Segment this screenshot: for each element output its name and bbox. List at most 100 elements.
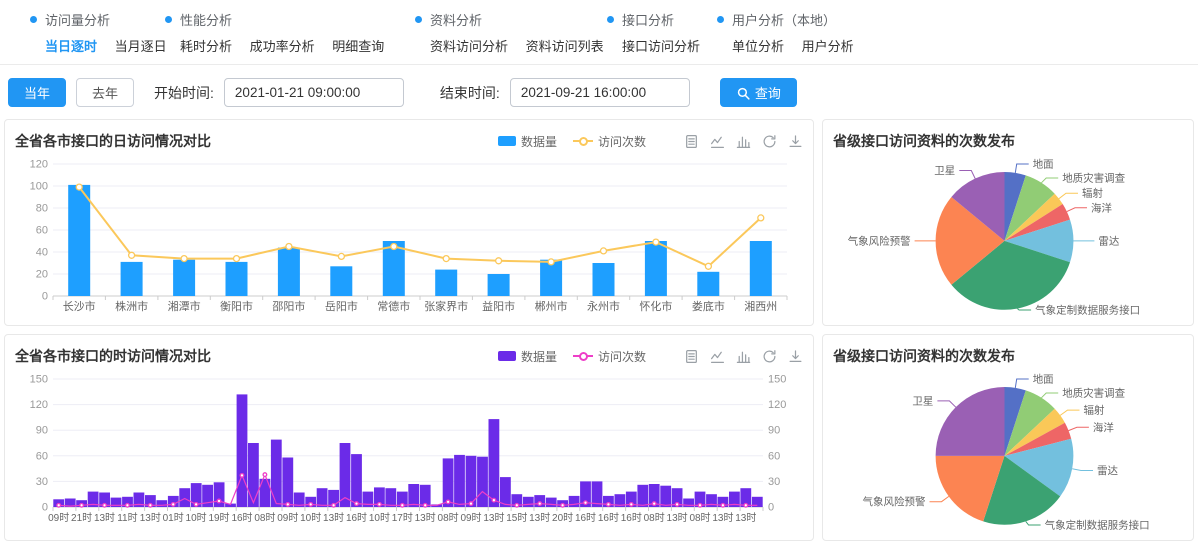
- svg-text:辐射: 辐射: [1084, 404, 1106, 417]
- this-year-button[interactable]: 当年: [8, 78, 66, 107]
- switch-to-bar-icon[interactable]: [736, 349, 751, 364]
- svg-text:衡阳市: 衡阳市: [220, 299, 253, 313]
- svg-text:永州市: 永州市: [587, 299, 620, 313]
- bar-swatch-icon: [498, 351, 516, 361]
- legend-label: 访问次数: [598, 133, 646, 150]
- nav-item-detail-query[interactable]: 明细查询: [332, 39, 384, 54]
- svg-text:120: 120: [30, 159, 48, 171]
- bullet-icon: [717, 16, 724, 23]
- svg-text:气象风险预警: 气象风险预警: [863, 495, 926, 508]
- svg-text:地面: 地面: [1033, 373, 1054, 386]
- svg-text:地质灾害调查: 地质灾害调查: [1062, 387, 1125, 400]
- svg-text:08时: 08时: [254, 512, 275, 524]
- nav-group-title: 访问量分析: [45, 10, 110, 29]
- svg-text:辐射: 辐射: [1082, 187, 1104, 200]
- svg-text:08时: 08时: [689, 512, 710, 524]
- svg-text:21时: 21时: [71, 512, 92, 524]
- legend-label: 访问次数: [598, 348, 646, 365]
- save-image-icon[interactable]: [788, 134, 803, 149]
- bullet-icon: [607, 16, 614, 23]
- bullet-icon: [30, 16, 37, 23]
- svg-text:01时: 01时: [163, 512, 184, 524]
- nav-group-title: 接口分析: [622, 10, 674, 29]
- svg-text:雷达: 雷达: [1098, 235, 1119, 247]
- hourly-comparison-chart-card: 全省各市接口的时访问情况对比 数据量 访问次数: [4, 334, 814, 541]
- svg-text:10时: 10时: [186, 512, 207, 524]
- svg-text:10时: 10时: [369, 512, 390, 524]
- svg-text:20时: 20时: [552, 512, 573, 524]
- legend-item-visit-count[interactable]: 访问次数: [573, 133, 646, 150]
- dashboard-page: 访问量分析 当日逐时 当月逐日 性能分析 耗时分析 成功率分析 明细查询 资料分…: [0, 0, 1198, 541]
- nav-item-api-access-analysis[interactable]: 接口访问分析: [622, 39, 700, 54]
- switch-to-line-icon[interactable]: [710, 134, 725, 149]
- switch-to-bar-icon[interactable]: [736, 134, 751, 149]
- nav-group-user-analysis: 用户分析（本地） 单位分析 用户分析: [717, 10, 868, 55]
- svg-text:120: 120: [768, 399, 786, 411]
- switch-to-line-icon[interactable]: [710, 349, 725, 364]
- nav-group-api-analysis: 接口分析 接口访问分析: [607, 10, 717, 55]
- start-time-label: 开始时间:: [154, 83, 214, 103]
- data-view-icon[interactable]: [684, 134, 699, 149]
- bar-swatch-icon: [498, 136, 516, 146]
- bullet-icon: [165, 16, 172, 23]
- province-pie-card-1: 省级接口访问资料的次数发布 地面地质灾害调查辐射海洋雷达气象定制数据服务接口气象…: [822, 119, 1194, 326]
- svg-text:90: 90: [768, 425, 780, 437]
- svg-text:08时: 08时: [438, 512, 459, 524]
- svg-text:40: 40: [36, 247, 48, 259]
- nav-item-time-cost[interactable]: 耗时分析: [180, 39, 232, 54]
- data-view-icon[interactable]: [684, 349, 699, 364]
- svg-text:16时: 16时: [346, 512, 367, 524]
- chart-toolbox: [684, 349, 803, 364]
- nav-group-visit-analysis: 访问量分析 当日逐时 当月逐日: [30, 10, 165, 55]
- nav-item-daily-hourly[interactable]: 当日逐时: [45, 39, 97, 54]
- svg-text:雷达: 雷达: [1097, 465, 1119, 477]
- svg-text:13时: 13时: [483, 512, 504, 524]
- svg-text:13时: 13时: [415, 512, 436, 524]
- filter-bar: 当年 去年 开始时间: 结束时间: 查询: [0, 65, 1198, 119]
- chart-legend: 数据量 访问次数: [498, 133, 646, 150]
- svg-text:120: 120: [30, 399, 48, 411]
- restore-icon[interactable]: [762, 349, 777, 364]
- search-button[interactable]: 查询: [720, 78, 797, 107]
- svg-text:13时: 13时: [667, 512, 688, 524]
- legend-label: 数据量: [521, 348, 557, 365]
- legend-item-visit-count[interactable]: 访问次数: [573, 348, 646, 365]
- chart-toolbox: [684, 134, 803, 149]
- svg-text:气象定制数据服务接口: 气象定制数据服务接口: [1035, 304, 1140, 317]
- svg-text:13时: 13时: [140, 512, 161, 524]
- svg-text:20: 20: [36, 269, 48, 281]
- nav-item-monthly-daily[interactable]: 当月逐日: [115, 39, 167, 54]
- nav-group-title: 用户分析（本地）: [732, 10, 836, 29]
- legend-item-data-volume[interactable]: 数据量: [498, 348, 557, 365]
- svg-text:80: 80: [36, 203, 48, 215]
- svg-text:30: 30: [36, 476, 48, 488]
- nav-item-org-analysis[interactable]: 单位分析: [732, 39, 784, 54]
- legend-item-data-volume[interactable]: 数据量: [498, 133, 557, 150]
- svg-text:卫星: 卫星: [912, 395, 933, 407]
- top-nav: 访问量分析 当日逐时 当月逐日 性能分析 耗时分析 成功率分析 明细查询 资料分…: [0, 0, 1198, 65]
- svg-text:15时: 15时: [506, 512, 527, 524]
- chart-title: 全省各市接口的时访问情况对比: [15, 346, 211, 366]
- province-access-pie-chart[interactable]: 地面地质灾害调查辐射海洋雷达气象定制数据服务接口气象风险预警卫星: [833, 154, 1183, 318]
- province-access-pie-chart[interactable]: 地面地质灾害调查辐射海洋雷达气象定制数据服务接口气象风险预警卫星: [833, 369, 1183, 533]
- svg-text:60: 60: [36, 225, 48, 237]
- svg-text:13时: 13时: [323, 512, 344, 524]
- nav-item-user-analysis[interactable]: 用户分析: [802, 39, 854, 54]
- chart-legend: 数据量 访问次数: [498, 348, 646, 365]
- city-hourly-bar-line-chart[interactable]: 0030306060909012012015015009时21时13时11时13…: [15, 369, 803, 527]
- svg-text:0: 0: [42, 502, 48, 514]
- daily-comparison-chart-card: 全省各市接口的日访问情况对比 数据量 访问次数: [4, 119, 814, 326]
- restore-icon[interactable]: [762, 134, 777, 149]
- nav-item-success-rate[interactable]: 成功率分析: [250, 39, 315, 54]
- nav-item-data-access-analysis[interactable]: 资料访问分析: [430, 39, 508, 54]
- svg-text:海洋: 海洋: [1091, 201, 1113, 214]
- start-time-input[interactable]: [224, 78, 404, 107]
- svg-text:100: 100: [30, 181, 48, 193]
- city-daily-bar-line-chart[interactable]: 020406080100120长沙市株洲市湘潭市衡阳市邵阳市岳阳市常德市张家界市…: [15, 154, 803, 316]
- svg-text:张家界市: 张家界市: [424, 299, 468, 313]
- save-image-icon[interactable]: [788, 349, 803, 364]
- svg-text:娄底市: 娄底市: [692, 299, 725, 313]
- end-time-input[interactable]: [510, 78, 690, 107]
- last-year-button[interactable]: 去年: [76, 78, 134, 107]
- nav-item-data-access-list[interactable]: 资料访问列表: [526, 39, 604, 54]
